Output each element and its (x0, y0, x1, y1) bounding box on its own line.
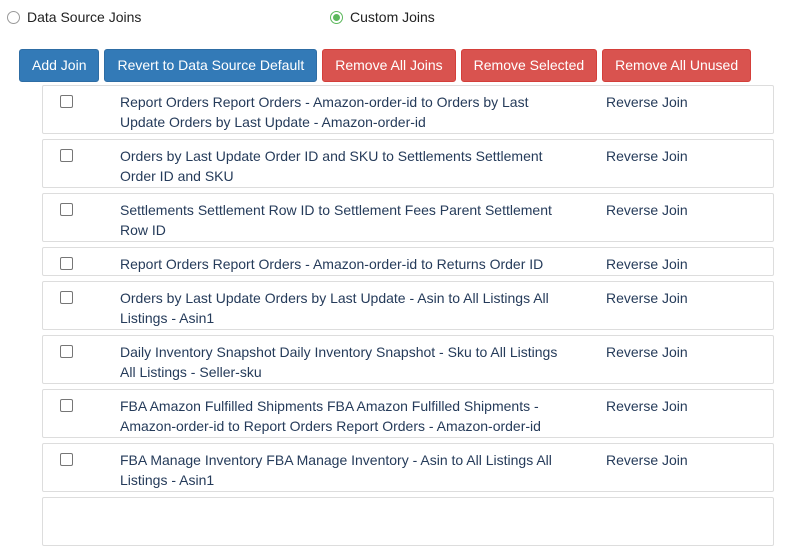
reverse-join-link[interactable]: Reverse Join (606, 342, 688, 362)
join-select-checkbox[interactable] (60, 95, 73, 108)
join-description-line: Orders by Last Update Orders by Last Upd… (120, 290, 549, 306)
join-description[interactable]: Orders by Last Update Orders by Last Upd… (120, 288, 570, 328)
revert-default-button[interactable]: Revert to Data Source Default (104, 49, 318, 82)
join-row: FBA Manage Inventory FBA Manage Inventor… (42, 443, 774, 492)
join-row: Settlements Settlement Row ID to Settlem… (42, 193, 774, 242)
join-description[interactable]: Report Orders Report Orders - Amazon-ord… (120, 254, 570, 274)
join-description[interactable]: FBA Manage Inventory FBA Manage Inventor… (120, 450, 570, 490)
join-description[interactable]: FBA Amazon Fulfilled Shipments FBA Amazo… (120, 396, 570, 436)
join-mode-radio-group: Data Source Joins Custom Joins (0, 0, 800, 34)
reverse-join-link[interactable]: Reverse Join (606, 254, 688, 274)
join-description-line: Report Orders Report Orders - Amazon-ord… (120, 256, 544, 272)
join-select-checkbox[interactable] (60, 149, 73, 162)
join-list: Report Orders Report Orders - Amazon-ord… (42, 85, 774, 551)
join-description-line: Order ID and SKU (120, 168, 234, 184)
data-source-joins-label: Data Source Joins (27, 9, 142, 25)
reverse-join-link[interactable]: Reverse Join (606, 200, 688, 220)
data-source-joins-option[interactable]: Data Source Joins (7, 9, 141, 25)
reverse-join-link[interactable]: Reverse Join (606, 288, 688, 308)
join-description-line: Report Orders Report Orders - Amazon-ord… (120, 94, 529, 110)
join-row: Report Orders Report Orders - Amazon-ord… (42, 247, 774, 276)
join-row: Report Orders Report Orders - Amazon-ord… (42, 85, 774, 134)
data-source-joins-radio[interactable] (7, 10, 20, 24)
join-description-line: FBA Manage Inventory FBA Manage Inventor… (120, 452, 552, 468)
join-description[interactable]: Daily Inventory Snapshot Daily Inventory… (120, 342, 570, 382)
join-select-checkbox[interactable] (60, 203, 73, 216)
join-row: Daily Inventory Snapshot Daily Inventory… (42, 335, 774, 384)
reverse-join-link[interactable]: Reverse Join (606, 396, 688, 416)
custom-joins-radio[interactable] (330, 10, 343, 24)
remove-selected-button[interactable]: Remove Selected (460, 49, 598, 82)
join-description-line: Amazon-order-id to Report Orders Report … (120, 418, 541, 434)
reverse-join-link[interactable]: Reverse Join (606, 146, 688, 166)
join-select-checkbox[interactable] (60, 257, 73, 270)
join-description-line: Listings - Asin1 (120, 472, 215, 488)
join-row: FBA Amazon Fulfilled Shipments FBA Amazo… (42, 389, 774, 438)
join-row: Orders by Last Update Orders by Last Upd… (42, 281, 774, 330)
join-select-checkbox[interactable] (60, 399, 73, 412)
reverse-join-link[interactable]: Reverse Join (606, 92, 688, 112)
join-row: Orders by Last Update Order ID and SKU t… (42, 139, 774, 188)
join-description-line: Settlements Settlement Row ID to Settlem… (120, 202, 552, 218)
join-select-checkbox[interactable] (60, 291, 73, 304)
join-description-line: FBA Amazon Fulfilled Shipments FBA Amazo… (120, 398, 539, 414)
join-row (42, 497, 774, 546)
custom-joins-option[interactable]: Custom Joins (330, 9, 435, 25)
join-description-line: Listings - Asin1 (120, 310, 215, 326)
join-description-line: All Listings - Seller-sku (120, 364, 262, 380)
remove-all-unused-button[interactable]: Remove All Unused (602, 49, 752, 82)
custom-joins-label: Custom Joins (350, 9, 435, 25)
join-description-line: Orders by Last Update Order ID and SKU t… (120, 148, 543, 164)
join-description-line: Daily Inventory Snapshot Daily Inventory… (120, 344, 558, 360)
join-description[interactable]: Settlements Settlement Row ID to Settlem… (120, 200, 570, 240)
join-description[interactable]: Orders by Last Update Order ID and SKU t… (120, 146, 570, 186)
remove-all-joins-button[interactable]: Remove All Joins (322, 49, 456, 82)
join-select-checkbox[interactable] (60, 453, 73, 466)
join-description-line: Row ID (120, 222, 166, 238)
join-select-checkbox[interactable] (60, 345, 73, 358)
add-join-button[interactable]: Add Join (19, 49, 100, 82)
join-toolbar: Add Join Revert to Data Source Default R… (19, 49, 756, 82)
join-description[interactable]: Report Orders Report Orders - Amazon-ord… (120, 92, 570, 132)
join-description-line: Update Orders by Last Update - Amazon-or… (120, 114, 426, 130)
reverse-join-link[interactable]: Reverse Join (606, 450, 688, 470)
